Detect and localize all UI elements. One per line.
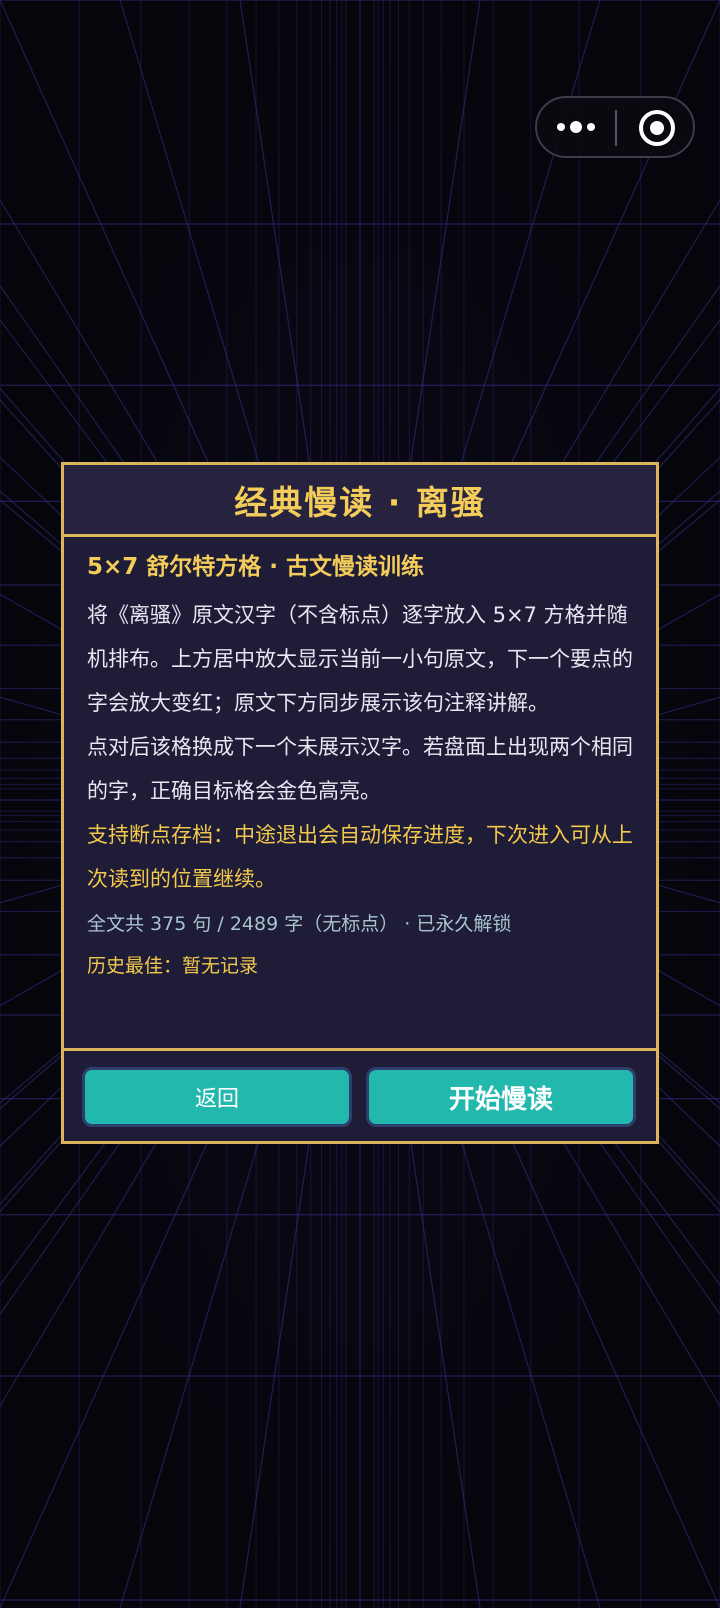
text-stats: 全文共 375 句 / 2489 字（无标点） · 已永久解锁 [87, 913, 512, 935]
more-dots-icon[interactable] [551, 106, 603, 148]
description-paragraph: 点对后该格换成下一个未展示汉字。若盘面上出现两个相同的字，正确目标格会金色高亮。 [87, 735, 633, 803]
screen: 经典慢读 · 离骚 5×7 舒尔特方格 · 古文慢读训练 将《离骚》原文汉字（不… [0, 0, 720, 1608]
dialog-subtitle: 5×7 舒尔特方格 · 古文慢读训练 [87, 554, 425, 580]
start-reading-button[interactable]: 开始慢读 [366, 1067, 636, 1127]
target-close-icon[interactable] [635, 106, 679, 150]
description-paragraph: 将《离骚》原文汉字（不含标点）逐字放入 5×7 方格并随机排布。上方居中放大显示… [87, 603, 633, 715]
save-progress-note: 支持断点存档：中途退出会自动保存进度，下次进入可从上次读到的位置继续。 [87, 823, 633, 891]
best-record: 历史最佳：暂无记录 [87, 955, 259, 977]
capsule-divider [615, 110, 617, 146]
dialog-footer: 返回 开始慢读 [64, 1048, 656, 1141]
dialog-header: 经典慢读 · 离骚 [64, 465, 656, 537]
intro-dialog: 经典慢读 · 离骚 5×7 舒尔特方格 · 古文慢读训练 将《离骚》原文汉字（不… [61, 462, 659, 1144]
back-button[interactable]: 返回 [82, 1067, 352, 1127]
mini-program-capsule [535, 96, 695, 158]
dialog-title: 经典慢读 · 离骚 [234, 482, 486, 522]
dialog-body: 5×7 舒尔特方格 · 古文慢读训练 将《离骚》原文汉字（不含标点）逐字放入 5… [64, 537, 656, 1045]
